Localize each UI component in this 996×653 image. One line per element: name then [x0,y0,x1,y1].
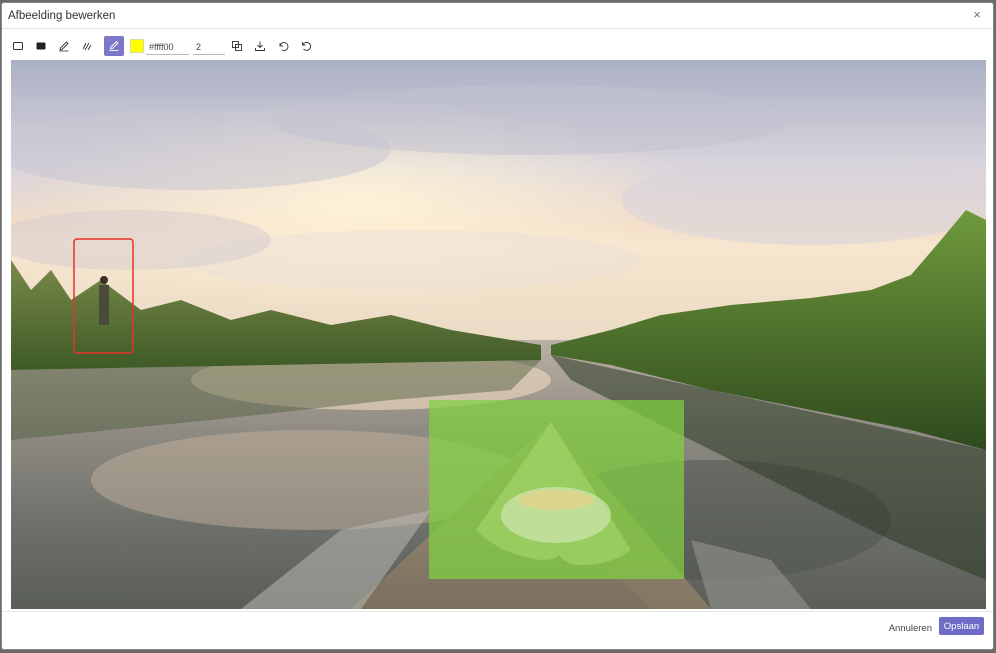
dialog-titlebar: Afbeelding bewerken × [2,3,993,29]
rectangle-filled-tool[interactable] [31,36,51,56]
color-hex-input[interactable] [146,38,189,55]
dialog-title: Afbeelding bewerken [8,10,116,22]
image-canvas[interactable] [11,60,986,609]
close-icon[interactable]: × [970,8,984,22]
rectangle-outline-tool[interactable] [8,36,28,56]
highlighter-icon [109,40,119,51]
pencil-tool[interactable] [54,36,74,56]
pencil-icon [59,41,69,52]
editor-toolbar [8,36,408,56]
cancel-button[interactable]: Annuleren [889,623,932,637]
rectangle-filled-icon [36,42,46,50]
reset-button[interactable] [296,36,316,56]
crop-icon [232,41,242,51]
rectangle-outline-icon [13,42,23,50]
download-button[interactable] [250,36,270,56]
save-button[interactable]: Opslaan [939,617,984,635]
crop-button[interactable] [227,36,247,56]
reset-icon [302,41,311,51]
dialog-footer: Annuleren Opslaan [2,611,993,649]
stroke-width-input[interactable] [193,38,225,55]
freehand-tool[interactable] [77,36,97,56]
color-swatch[interactable] [130,39,144,53]
freehand-icon [82,42,92,51]
highlighter-tool[interactable] [104,36,124,56]
photo-canvas [11,60,986,609]
download-icon [255,41,265,51]
edit-image-dialog: Afbeelding bewerken × #ffff00 2 Annulere… [1,2,994,650]
undo-icon [279,42,289,51]
undo-button[interactable] [273,36,293,56]
